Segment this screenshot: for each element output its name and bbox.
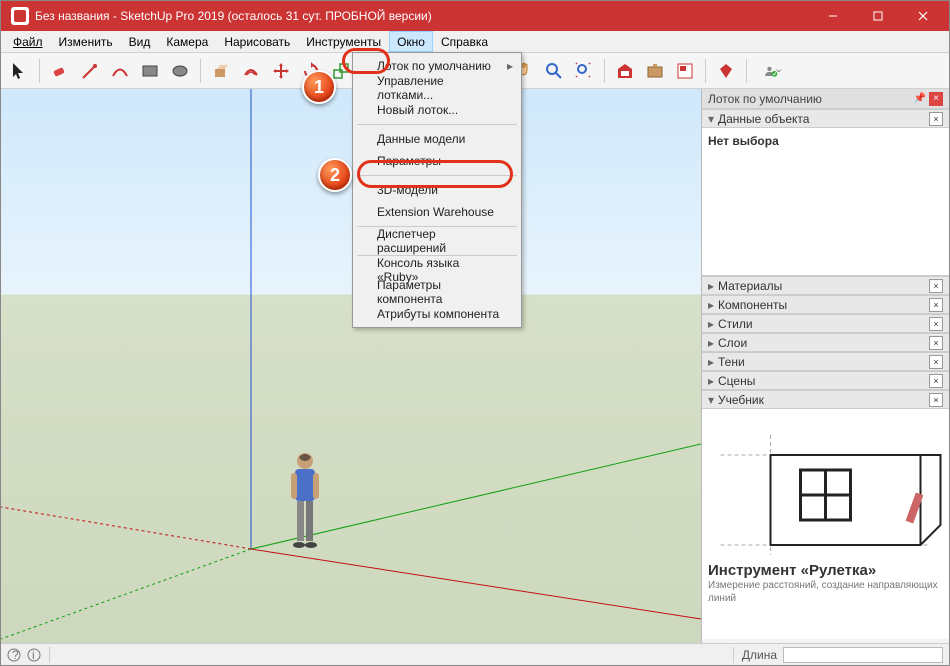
menu-preferences[interactable]: Параметры xyxy=(355,150,519,172)
callout-1: 1 xyxy=(302,70,336,104)
menubar: Файл Изменить Вид Камера Нарисовать Инст… xyxy=(1,31,949,53)
svg-text:?: ? xyxy=(12,648,19,662)
menu-model-info[interactable]: Данные модели xyxy=(355,128,519,150)
panel-materials[interactable]: ▸Материалы× xyxy=(702,276,949,295)
line-tool[interactable] xyxy=(76,57,104,85)
menu-ext-manager[interactable]: Диспетчер расширений xyxy=(355,230,519,252)
callout-2: 2 xyxy=(318,158,352,192)
info-icon[interactable]: i xyxy=(27,648,41,662)
pin-icon[interactable]: 📌 xyxy=(913,92,927,106)
tray-close-button[interactable]: × xyxy=(929,92,943,106)
titlebar: Без названия - SketchUp Pro 2019 (остало… xyxy=(1,1,949,31)
ruby-button[interactable] xyxy=(712,57,740,85)
layout-button[interactable] xyxy=(671,57,699,85)
window-title: Без названия - SketchUp Pro 2019 (остало… xyxy=(35,9,810,23)
user-button[interactable] xyxy=(753,57,793,85)
panel-styles[interactable]: ▸Стили× xyxy=(702,314,949,333)
instructor-title: Инструмент «Рулетка» xyxy=(708,562,943,579)
panel-scenes[interactable]: ▸Сцены× xyxy=(702,371,949,390)
default-tray: Лоток по умолчанию 📌 × ▾Данные объекта× … xyxy=(701,89,949,643)
measurement-label: Длина xyxy=(742,648,777,662)
extensions-button[interactable] xyxy=(641,57,669,85)
menu-draw[interactable]: Нарисовать xyxy=(216,31,298,52)
eraser-tool[interactable] xyxy=(46,57,74,85)
panel-layers[interactable]: ▸Слои× xyxy=(702,333,949,352)
menu-comp-options[interactable]: Параметры компонента xyxy=(355,281,519,303)
panel-instructor[interactable]: ▾Учебник× xyxy=(702,390,949,409)
tray-title-label: Лоток по умолчанию xyxy=(708,92,822,106)
menu-new-tray[interactable]: Новый лоток... xyxy=(355,99,519,121)
move-tool[interactable] xyxy=(267,57,295,85)
maximize-button[interactable] xyxy=(855,1,900,31)
instructor-text: Измерение расстояний, создание направляю… xyxy=(708,579,943,605)
menu-window[interactable]: Окно xyxy=(389,31,433,52)
menu-3d-warehouse[interactable]: 3D-модели xyxy=(355,179,519,201)
zoom-extents-tool[interactable] xyxy=(570,57,598,85)
select-tool[interactable] xyxy=(5,57,33,85)
menu-manage-trays[interactable]: Управление лотками... xyxy=(355,77,519,99)
minimize-button[interactable] xyxy=(810,1,855,31)
panel-close-icon[interactable]: × xyxy=(929,112,943,126)
panel-entity-info[interactable]: ▾Данные объекта× xyxy=(702,109,949,128)
menu-comp-attrs[interactable]: Атрибуты компонента xyxy=(355,303,519,325)
measurement-input[interactable] xyxy=(783,647,943,663)
menu-file[interactable]: Файл xyxy=(5,31,51,52)
zoom-tool[interactable] xyxy=(540,57,568,85)
menu-camera[interactable]: Камера xyxy=(158,31,216,52)
pushpull-tool[interactable] xyxy=(207,57,235,85)
app-icon xyxy=(11,7,29,25)
window-menu-dropdown: Лоток по умолчанию▸ Управление лотками..… xyxy=(352,52,522,328)
circle-tool[interactable] xyxy=(166,57,194,85)
panel-components[interactable]: ▸Компоненты× xyxy=(702,295,949,314)
rectangle-tool[interactable] xyxy=(136,57,164,85)
instructor-illustration xyxy=(708,415,943,555)
tray-titlebar[interactable]: Лоток по умолчанию 📌 × xyxy=(702,89,949,109)
close-button[interactable] xyxy=(900,1,945,31)
help-icon[interactable]: ? xyxy=(7,648,21,662)
menu-help[interactable]: Справка xyxy=(433,31,496,52)
offset-tool[interactable] xyxy=(237,57,265,85)
arc-tool[interactable] xyxy=(106,57,134,85)
menu-view[interactable]: Вид xyxy=(121,31,159,52)
entity-info-body: Нет выбора xyxy=(702,128,949,276)
statusbar: ? i Длина xyxy=(1,643,949,665)
menu-ext-warehouse[interactable]: Extension Warehouse xyxy=(355,201,519,223)
menu-edit[interactable]: Изменить xyxy=(51,31,121,52)
panel-shadows[interactable]: ▸Тени× xyxy=(702,352,949,371)
scale-figure xyxy=(281,449,329,569)
svg-text:i: i xyxy=(32,648,35,662)
instructor-body: Инструмент «Рулетка» Измерение расстояни… xyxy=(702,409,949,639)
menu-tools[interactable]: Инструменты xyxy=(298,31,389,52)
warehouse-button[interactable] xyxy=(611,57,639,85)
